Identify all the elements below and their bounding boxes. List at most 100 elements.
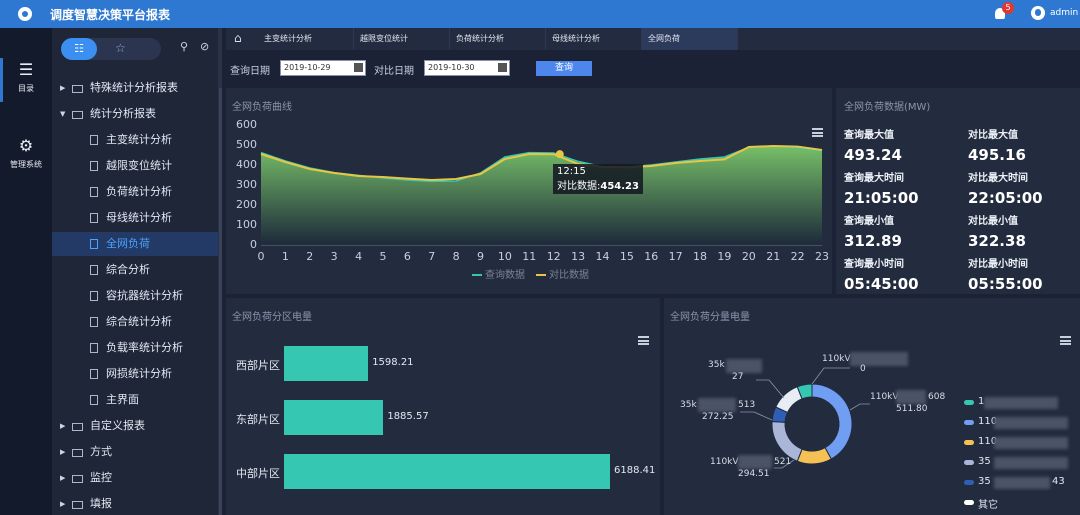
- compare-date-value: 2019-10-30: [428, 63, 475, 72]
- caret-right-icon[interactable]: ▶: [60, 466, 65, 490]
- document-icon: [90, 265, 98, 275]
- redacted-block: [726, 359, 762, 373]
- highlight-point[interactable]: [555, 150, 564, 159]
- stat-label: 对比最大时间: [968, 173, 1028, 184]
- tree-folder-item[interactable]: ▶ 方式: [52, 440, 218, 464]
- tree-folder-item[interactable]: ▶ 监控: [52, 466, 218, 490]
- leader-line: [756, 379, 785, 399]
- legend-label[interactable]: 对比数据: [549, 268, 589, 281]
- search-icon[interactable]: ⚲: [180, 40, 188, 53]
- tree-item-label: 主界面: [106, 393, 139, 406]
- folder-icon: [72, 449, 83, 457]
- tab-load-stats[interactable]: 负荷统计分析: [450, 28, 546, 50]
- document-icon: [90, 369, 98, 379]
- favorites-star-icon[interactable]: ☆: [115, 41, 126, 55]
- tab-bus-stats[interactable]: 母线统计分析: [546, 28, 642, 50]
- tree-folder-item[interactable]: ▶ 特殊统计分析报表: [52, 76, 218, 100]
- tree-report-item[interactable]: 母线统计分析: [52, 206, 218, 230]
- caret-right-icon[interactable]: ▶: [60, 414, 65, 438]
- bar[interactable]: [284, 400, 384, 435]
- caret-right-icon[interactable]: ▶: [60, 76, 65, 100]
- voltage-energy-panel: 全网负荷分量电量 110kV 0 35k 27 35k 513 272.25 1…: [664, 298, 1080, 515]
- calendar-icon[interactable]: [354, 63, 363, 72]
- stat-label: 查询最小时间: [844, 259, 904, 270]
- rail-item-catalog[interactable]: ☰ 目录: [0, 60, 52, 94]
- caret-right-icon[interactable]: ▶: [60, 492, 65, 515]
- zone-energy-panel: 全网负荷分区电量 西部片区 1598.21 东部片区 1885.57 中部片区 6188.…: [226, 298, 660, 515]
- folder-icon: [72, 475, 83, 483]
- x-tick-label: 4: [355, 250, 362, 263]
- tree-item-label: 综合统计分析: [106, 315, 172, 328]
- tab-grid-load[interactable]: 全网负荷: [642, 28, 738, 50]
- tree-report-item[interactable]: 网损统计分析: [52, 362, 218, 386]
- document-icon: [90, 187, 98, 197]
- query-date-value: 2019-10-29: [284, 63, 331, 72]
- x-tick-label: 3: [331, 250, 338, 263]
- user-avatar-icon[interactable]: [1031, 6, 1045, 20]
- slice-label: 511.80: [896, 404, 928, 414]
- calendar-icon[interactable]: [498, 63, 507, 72]
- load-curve-chart: 01002003004005006000 1 2 3 4 5 6 7 8 9 10 11 12 13 14 1…: [236, 118, 829, 281]
- unpin-icon[interactable]: ⊘: [200, 40, 209, 53]
- redacted-block: [850, 352, 908, 366]
- app-title: 调度智慧决策平台报表: [50, 7, 171, 22]
- leader-line: [849, 403, 870, 411]
- bar-category-label: 西部片区: [236, 359, 280, 372]
- bar[interactable]: [284, 346, 369, 381]
- bar-value-label: 1885.57: [387, 411, 429, 422]
- tree-report-item[interactable]: 全网负荷: [52, 232, 218, 256]
- stat-label: 查询最大值: [844, 130, 894, 141]
- stat-value: 21:05:00: [844, 189, 919, 207]
- rail-label: 目录: [18, 84, 34, 93]
- compare-date-input[interactable]: 2019-10-30: [424, 60, 510, 76]
- tree-folder-item[interactable]: ▶ 填报: [52, 492, 218, 515]
- tree-folder-item[interactable]: ▶ 自定义报表: [52, 414, 218, 438]
- list-view-button[interactable]: ☷: [61, 38, 97, 60]
- compare-date-label: 对比日期: [374, 66, 414, 77]
- legend-swatch: [964, 420, 974, 425]
- home-icon[interactable]: ⌂: [234, 32, 246, 44]
- chart-menu-icon[interactable]: [638, 336, 649, 345]
- query-date-input[interactable]: 2019-10-29: [280, 60, 366, 76]
- bar-value-label: 1598.21: [372, 357, 414, 368]
- donut-slice[interactable]: [771, 420, 803, 462]
- caret-right-icon[interactable]: ▶: [60, 440, 65, 464]
- tab-transformer-stats[interactable]: 主变统计分析: [258, 28, 354, 50]
- legend-label: 35: [978, 476, 991, 487]
- main-content: ⌂ 主变统计分析 越限变位统计 负荷统计分析 母线统计分析 全网负荷 查询日期 …: [226, 28, 1080, 515]
- legend-label[interactable]: 查询数据: [485, 268, 525, 281]
- username[interactable]: admin: [1050, 8, 1078, 18]
- tab-limit-stats[interactable]: 越限变位统计: [354, 28, 450, 50]
- leader-line: [811, 367, 850, 385]
- document-icon: [90, 239, 98, 249]
- tree-report-item[interactable]: 主变统计分析: [52, 128, 218, 152]
- stat-label: 查询最小值: [844, 216, 894, 227]
- tree-report-item[interactable]: 综合分析: [52, 258, 218, 282]
- bar[interactable]: [284, 454, 610, 489]
- tree-report-item[interactable]: 容抗器统计分析: [52, 284, 218, 308]
- y-tick-label: 300: [236, 178, 257, 191]
- x-tick-label: 15: [620, 250, 634, 263]
- donut-slice[interactable]: [796, 446, 832, 465]
- tree-item-label: 母线统计分析: [106, 211, 172, 224]
- redacted-block: [994, 417, 1068, 429]
- query-button[interactable]: 查询: [536, 61, 592, 76]
- tree-report-item[interactable]: 负荷统计分析: [52, 180, 218, 204]
- donut-slice[interactable]: [775, 386, 803, 414]
- tree-report-item[interactable]: 负载率统计分析: [52, 336, 218, 360]
- tree-scrollbar[interactable]: [219, 88, 222, 515]
- left-rail: ☰ 目录 ⚙ 管理系统: [0, 28, 52, 515]
- tree-folder-item[interactable]: ▼ 统计分析报表: [52, 102, 218, 126]
- donut-slice[interactable]: [811, 383, 853, 460]
- top-bar: 调度智慧决策平台报表: [0, 0, 1080, 28]
- caret-down-icon[interactable]: ▼: [60, 102, 65, 126]
- slice-label: 35k: [680, 400, 697, 410]
- tree-report-item[interactable]: 综合统计分析: [52, 310, 218, 334]
- tree-report-item[interactable]: 主界面: [52, 388, 218, 412]
- document-icon: [90, 161, 98, 171]
- x-tick-label: 23: [815, 250, 829, 263]
- tree-report-item[interactable]: 越限变位统计: [52, 154, 218, 178]
- rail-item-admin[interactable]: ⚙ 管理系统: [0, 136, 52, 170]
- tooltip-time: 12:15: [557, 166, 586, 177]
- stat-label: 对比最小时间: [968, 259, 1028, 270]
